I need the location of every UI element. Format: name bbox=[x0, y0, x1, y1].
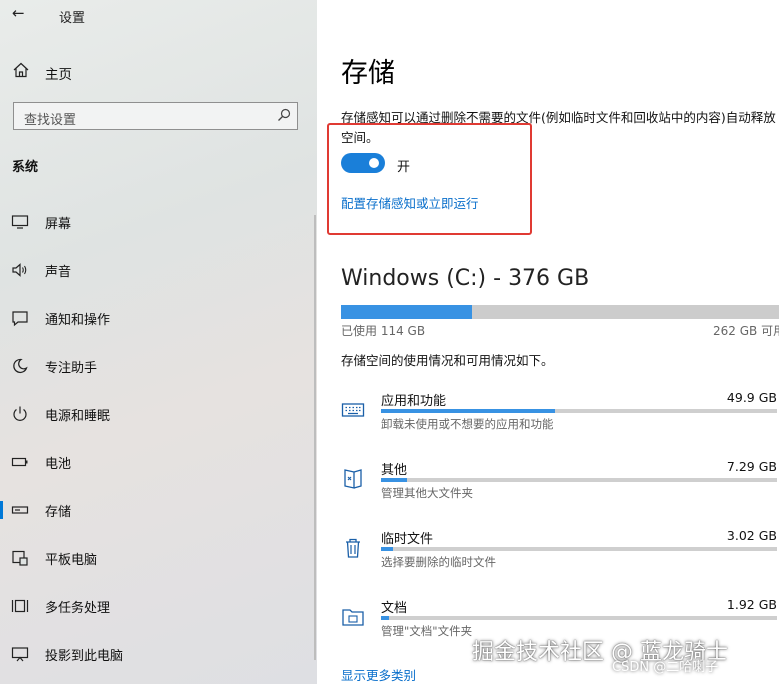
document-icon bbox=[344, 469, 362, 489]
keyboard-icon bbox=[341, 403, 365, 417]
sidebar-item-label: 专注助手 bbox=[45, 361, 98, 376]
sidebar-item-battery[interactable]: 电池 bbox=[0, 447, 317, 477]
search-icon[interactable] bbox=[277, 108, 291, 122]
category-usage-fill bbox=[381, 616, 389, 620]
category-apps-features[interactable]: 应用和功能 49.9 GB 卸载未使用或不想要的应用和功能 bbox=[341, 390, 779, 450]
home-label: 主页 bbox=[45, 67, 72, 83]
sidebar-item-label: 电源和睡眠 bbox=[45, 409, 111, 424]
speaker-icon bbox=[12, 263, 27, 277]
category-name: 应用和功能 bbox=[381, 394, 447, 409]
category-usage-bar bbox=[381, 547, 777, 551]
home-icon bbox=[13, 62, 29, 78]
sidebar-item-label: 电池 bbox=[45, 457, 72, 472]
category-usage-bar bbox=[381, 409, 777, 413]
category-usage-fill bbox=[381, 478, 407, 482]
sidebar-item-label: 存储 bbox=[45, 505, 72, 520]
sidebar-item-power-sleep[interactable]: 电源和睡眠 bbox=[0, 399, 317, 429]
category-subtitle: 选择要删除的临时文件 bbox=[381, 555, 496, 569]
search-placeholder: 查找设置 bbox=[24, 113, 77, 128]
category-usage-bar bbox=[381, 616, 777, 620]
category-temp-files[interactable]: 临时文件 3.02 GB 选择要删除的临时文件 bbox=[341, 528, 779, 588]
display-icon bbox=[11, 215, 29, 229]
category-usage-fill bbox=[381, 409, 556, 413]
sidebar-item-label: 平板电脑 bbox=[45, 553, 98, 568]
category-size: 3.02 GB bbox=[726, 528, 777, 543]
sidebar-item-label: 通知和操作 bbox=[45, 313, 111, 328]
highlight-annotation-box bbox=[327, 123, 532, 235]
page-title: 存储 bbox=[341, 58, 395, 89]
sidebar-item-label: 投影到此电脑 bbox=[45, 649, 124, 664]
sidebar-item-display[interactable]: 屏幕 bbox=[0, 207, 317, 237]
show-more-categories-link[interactable]: 显示更多类别 bbox=[341, 665, 416, 684]
category-size: 1.92 GB bbox=[726, 597, 777, 612]
title-bar: ← 设置 bbox=[0, 0, 317, 30]
category-usage-fill bbox=[381, 547, 393, 551]
sidebar-item-sound[interactable]: 声音 bbox=[0, 255, 317, 285]
sidebar-item-project[interactable]: 投影到此电脑 bbox=[0, 639, 317, 669]
category-usage-bar bbox=[381, 478, 777, 482]
watermark-subtext: CSDN @二哈喇子 bbox=[612, 660, 719, 675]
category-size: 7.29 GB bbox=[726, 459, 777, 474]
multitask-icon bbox=[11, 599, 29, 613]
notification-icon bbox=[12, 311, 28, 327]
sidebar-item-label: 屏幕 bbox=[45, 217, 72, 232]
sidebar-item-focus-assist[interactable]: 专注助手 bbox=[0, 351, 317, 381]
app-title: 设置 bbox=[59, 11, 86, 26]
sidebar-item-multitasking[interactable]: 多任务处理 bbox=[0, 591, 317, 621]
moon-icon bbox=[13, 358, 28, 374]
sidebar-item-label: 声音 bbox=[45, 265, 72, 280]
category-subtitle: 管理"文档"文件夹 bbox=[381, 624, 473, 638]
sidebar-item-label: 多任务处理 bbox=[45, 601, 111, 616]
category-other[interactable]: 其他 7.29 GB 管理其他大文件夹 bbox=[341, 459, 779, 519]
sidebar-item-storage[interactable]: 存储 bbox=[0, 495, 317, 525]
sidebar-item-home[interactable]: 主页 bbox=[0, 57, 317, 85]
category-subtitle: 卸载未使用或不想要的应用和功能 bbox=[381, 417, 554, 431]
free-space-label: 262 GB 可用 bbox=[713, 324, 779, 338]
sidebar-scrollbar[interactable] bbox=[314, 215, 316, 660]
used-space-label: 已使用 114 GB bbox=[341, 324, 426, 338]
search-input[interactable]: 查找设置 bbox=[13, 102, 298, 130]
battery-icon bbox=[11, 457, 28, 467]
usage-description: 存储空间的使用情况和可用情况如下。 bbox=[341, 353, 554, 368]
category-name: 文档 bbox=[381, 601, 408, 616]
tablet-icon bbox=[12, 550, 28, 566]
category-name: 其他 bbox=[381, 463, 408, 478]
trash-icon bbox=[346, 538, 360, 558]
sidebar-item-notifications[interactable]: 通知和操作 bbox=[0, 303, 317, 333]
back-arrow-icon[interactable]: ← bbox=[12, 4, 25, 22]
power-icon bbox=[13, 406, 27, 421]
section-title: 系统 bbox=[12, 160, 39, 175]
drive-title: Windows (C:) - 376 GB bbox=[341, 266, 590, 291]
category-name: 临时文件 bbox=[381, 532, 434, 547]
project-icon bbox=[11, 647, 29, 662]
folder-icon bbox=[342, 609, 364, 626]
category-size: 49.9 GB bbox=[726, 390, 777, 405]
settings-sidebar: ← 设置 主页 查找设置 系统 屏幕 声音 通知和操作 专注助手 电源和睡眠 电… bbox=[0, 0, 317, 684]
storage-icon bbox=[11, 506, 29, 514]
category-subtitle: 管理其他大文件夹 bbox=[381, 486, 473, 500]
drive-usage-bar bbox=[341, 305, 779, 319]
sidebar-item-tablet[interactable]: 平板电脑 bbox=[0, 543, 317, 573]
drive-usage-fill bbox=[341, 305, 473, 319]
